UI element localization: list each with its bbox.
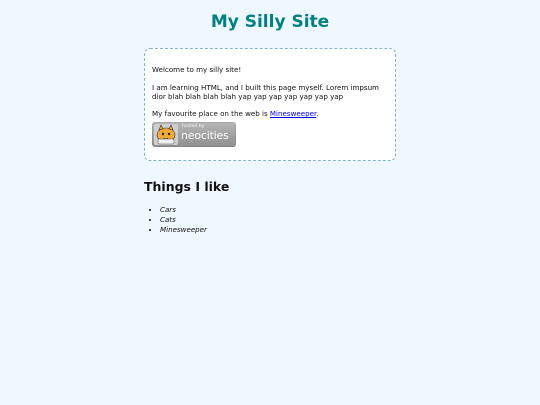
things-heading: Things I like [144, 179, 230, 194]
neocities-label: neocities [181, 129, 229, 142]
likes-list: Cars Cats Minesweeper [144, 205, 207, 235]
intro-paragraph: I am learning HTML, and I built this pag… [152, 83, 379, 101]
page-title: My Silly Site [210, 12, 330, 32]
favourite-place-text: My favourite place on the web is Mineswe… [152, 109, 388, 118]
welcome-text: Welcome to my silly site! [152, 65, 242, 74]
neocities-cat-icon [154, 124, 178, 145]
intro-box: Welcome to my silly site! I am learning … [144, 48, 396, 161]
minesweeper-link[interactable]: Minesweeper [270, 109, 316, 118]
list-item: Minesweeper [160, 225, 207, 235]
list-item: Cars [160, 205, 207, 215]
neocities-badge[interactable]: hosted by neocities [152, 122, 236, 147]
favourite-prefix: My favourite place on the web is [152, 109, 270, 118]
favourite-suffix: . [316, 109, 319, 118]
list-item: Cats [160, 215, 207, 225]
